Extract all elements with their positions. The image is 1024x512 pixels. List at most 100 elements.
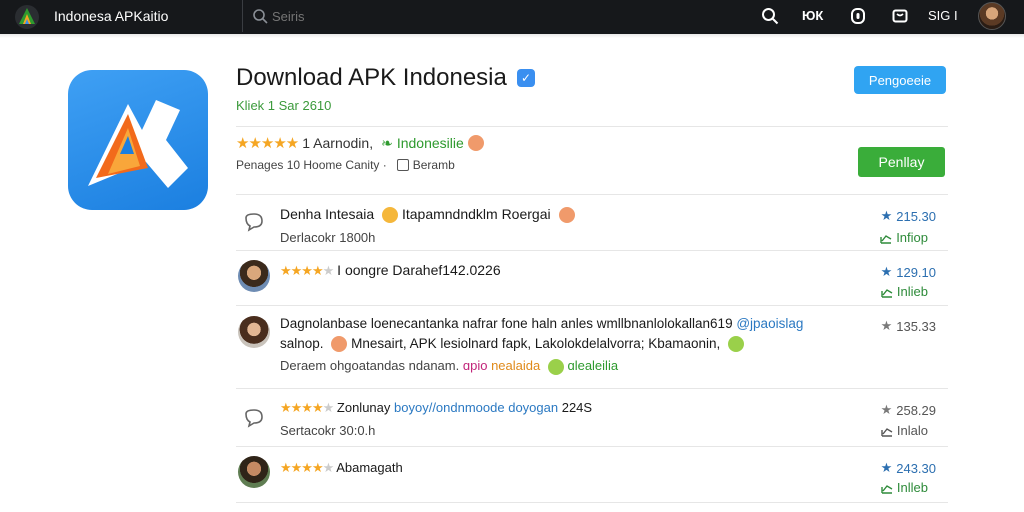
user-avatar[interactable] [978, 2, 1006, 30]
tag-link[interactable]: ɑpio [463, 358, 488, 373]
leaf-icon: ❧ [381, 134, 393, 151]
star-icon: ★ [880, 208, 893, 223]
divider [236, 250, 948, 251]
review-mention-link[interactable]: @jpaoislag [736, 316, 803, 331]
trend-link[interactable]: Infiop [879, 230, 928, 245]
app-subtitle: Kliek 1 Sar 2610 [236, 98, 332, 113]
review-text: Deraem ohgoatandas ndanam. [280, 358, 460, 373]
star-icon: ★ [880, 318, 893, 333]
review-footer: Deraem ohgoatandas ndanam. ɑpio nealaida… [280, 358, 618, 375]
divider [236, 305, 948, 306]
tag-link[interactable]: ɑlealeilia [567, 358, 618, 373]
user-label[interactable]: SIG I [928, 8, 958, 23]
search-box[interactable] [252, 6, 472, 26]
app-arrow-icon [88, 100, 188, 188]
review-text-line: salnop. Mnesairt, APK lesiolnard fapk, L… [280, 336, 745, 353]
score-value: 258.29 [896, 402, 936, 418]
review-title: Denha Intesaia Itapamndndklm Roergai [280, 206, 575, 224]
avatar [238, 316, 270, 348]
search-input[interactable] [272, 8, 472, 24]
review-title: ★★★★★ Zonlunay boyoy//ondnmoode doyogan … [280, 400, 592, 416]
list-item[interactable]: ★★★★★ Abamagath ★ 243.30 Inlleb [236, 450, 948, 502]
divider [236, 446, 948, 447]
emoji-icon [467, 135, 484, 151]
search-icon [253, 9, 268, 24]
divider [236, 388, 948, 389]
review-date: Derlacokr 1800h [280, 230, 376, 245]
trend-link[interactable]: Inlalo [880, 423, 928, 438]
primary-button[interactable]: Pengoeeie [854, 66, 946, 94]
review-title: ★★★★★ I oongre Darahef142.0226 [280, 262, 501, 279]
review-score: ★ 243.30 [881, 460, 936, 476]
review-link[interactable]: boyoy//ondnmoode doyogan [394, 400, 558, 415]
trend-label: Inlieb [896, 284, 928, 299]
trend-link[interactable]: Inlleb [880, 480, 928, 495]
rating-text: 1 Aarnodin, [302, 135, 374, 151]
list-item[interactable]: ★★★★★ I oongre Darahef142.0226 ★ 129.10 I… [236, 254, 948, 306]
search-icon[interactable] [760, 6, 780, 26]
app-name[interactable]: Indonesa APKaitio [54, 8, 168, 24]
divider [236, 194, 948, 195]
meta-extra: Beramb [412, 158, 455, 172]
list-item[interactable]: Dagnolanbase loenecantanka nafrar fone h… [236, 308, 948, 388]
score-value: 135.33 [896, 318, 936, 334]
emoji-icon [382, 207, 399, 224]
score-value: 243.30 [896, 460, 936, 476]
review-score: ★ 135.33 [881, 318, 936, 334]
score-value: 215.30 [896, 208, 936, 224]
review-text: Dagnolanbase loenecantanka nafrar fone h… [280, 316, 733, 331]
page-title: Download APK Indonesia [236, 64, 507, 91]
topbar-label[interactable]: ЮК [802, 8, 823, 23]
divider [236, 502, 948, 503]
emoji-icon [558, 207, 575, 224]
star-rating-icon: ★★★★★ [280, 400, 334, 415]
topbar-divider [242, 0, 243, 32]
comment-icon [245, 213, 263, 232]
trend-label: Infiop [896, 230, 928, 245]
avatar [238, 456, 270, 488]
category-link[interactable]: Indonesilie [397, 135, 464, 151]
review-author: Zonlunay [336, 400, 391, 415]
review-text: Mnesairt, APK lesiolnard fapk, Lakolokde… [351, 336, 721, 351]
meta-row: Penages 10 Hoome Canity · Beramb [236, 158, 455, 172]
avatar [238, 260, 270, 292]
review-title: Dagnolanbase loenecantanka nafrar fone h… [280, 316, 803, 331]
trend-link[interactable]: Inlieb [880, 284, 928, 299]
cart-icon[interactable] [890, 6, 910, 26]
emoji-icon [547, 358, 564, 375]
notification-icon[interactable] [848, 6, 868, 26]
install-button[interactable]: Penllay [858, 147, 945, 177]
box-icon [396, 159, 409, 171]
tag-link[interactable]: nealaida [491, 358, 540, 373]
review-text: I oongre Darahef142.0226 [337, 262, 501, 278]
app-logo-icon[interactable] [14, 4, 40, 30]
emoji-icon [728, 336, 745, 353]
rating-row: ★★★★★ 1 Aarnodin, ❧ Indonesilie [236, 134, 484, 152]
trend-label: Inlleb [896, 480, 928, 495]
trend-label: Inlalo [896, 423, 928, 438]
trend-icon [881, 484, 893, 494]
star-icon: ★ [880, 264, 893, 279]
review-text: 224S [561, 400, 593, 415]
list-item[interactable]: ★★★★★ Zonlunay boyoy//ondnmoode doyogan … [236, 392, 948, 446]
score-value: 129.10 [896, 264, 936, 280]
trend-icon [880, 234, 892, 244]
review-date: Sertacokr 30:0.h [280, 423, 376, 438]
meta-text: Penages 10 Hoome Canity · [236, 158, 387, 172]
comment-icon [245, 409, 263, 428]
review-title: ★★★★★ Abamagath [280, 460, 403, 476]
trend-icon [881, 427, 893, 437]
app-icon [68, 70, 208, 210]
review-score: ★ 215.30 [881, 208, 936, 224]
review-text: Itapamndndklm Roergai [401, 206, 551, 222]
emoji-icon [331, 336, 348, 353]
review-author: Abamagath [336, 460, 403, 475]
divider [236, 126, 948, 127]
review-score: ★ 258.29 [881, 402, 936, 418]
list-item[interactable]: Denha Intesaia Itapamndndklm Roergai Der… [236, 200, 948, 252]
verified-icon: ✓ [517, 69, 535, 87]
trend-icon [881, 288, 893, 298]
top-bar: Indonesa APKaitio ЮК SIG I [0, 0, 1024, 34]
star-icon: ★ [880, 402, 893, 417]
star-rating-icon: ★★★★★ [280, 263, 334, 278]
